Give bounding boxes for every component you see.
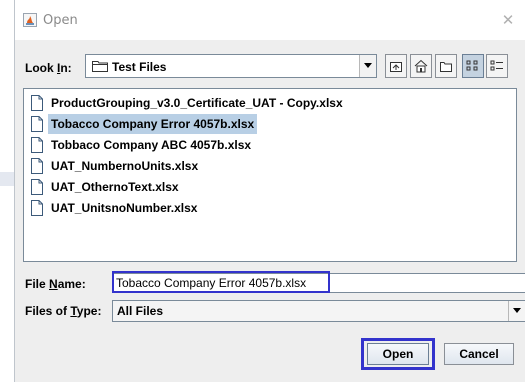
up-one-level-button[interactable] <box>385 54 407 78</box>
file-name: UAT_UnitsnoNumber.xlsx <box>51 201 198 215</box>
home-icon <box>414 59 428 73</box>
look-in-combo[interactable]: Test Files <box>85 54 377 78</box>
home-button[interactable] <box>410 54 432 78</box>
chevron-down-icon[interactable] <box>508 301 525 321</box>
details-view-icon <box>490 60 503 71</box>
new-folder-icon <box>440 62 452 72</box>
cancel-button[interactable]: Cancel <box>444 343 514 365</box>
title-bar: Open ✕ <box>15 0 525 40</box>
details-view-button[interactable] <box>486 54 508 78</box>
look-in-label: Look In: <box>25 61 72 75</box>
file-name: UAT_NumbernoUnits.xlsx <box>51 159 199 173</box>
folder-up-icon <box>390 62 402 72</box>
file-icon <box>31 179 43 195</box>
file-list[interactable]: ProductGrouping_v3.0_Certificate_UAT - C… <box>23 88 517 262</box>
file-icon <box>31 158 43 174</box>
open-button[interactable]: Open <box>367 343 429 365</box>
file-icon <box>31 200 43 216</box>
list-view-button[interactable] <box>462 54 484 78</box>
file-name-highlight-box <box>112 271 330 293</box>
window-title: Open <box>43 13 78 28</box>
file-name: Tobbaco Company ABC 4057b.xlsx <box>51 138 252 152</box>
file-name: Tobacco Company Error 4057b.xlsx <box>48 114 258 134</box>
look-in-value: Test Files <box>112 60 167 74</box>
new-folder-button[interactable] <box>435 54 457 78</box>
file-icon <box>31 137 43 153</box>
file-name: UAT_OthernoText.xlsx <box>51 180 179 194</box>
open-dialog: Open ✕ Look In: Test Files ProductGroupi… <box>14 0 525 382</box>
file-icon <box>31 116 43 132</box>
folder-icon <box>92 61 108 72</box>
files-of-type-value: All Files <box>117 304 164 318</box>
close-icon[interactable]: ✕ <box>497 8 519 32</box>
chevron-down-icon[interactable] <box>359 55 376 77</box>
files-of-type-combo[interactable]: All Files <box>112 300 525 322</box>
file-icon <box>31 95 43 111</box>
file-name: ProductGrouping_v3.0_Certificate_UAT - C… <box>51 96 343 110</box>
files-of-type-label: Files of Type: <box>25 304 102 318</box>
java-app-icon <box>23 13 37 27</box>
list-view-icon <box>466 60 478 71</box>
file-name-label: File Name: <box>25 277 86 291</box>
background-strip <box>0 172 14 186</box>
